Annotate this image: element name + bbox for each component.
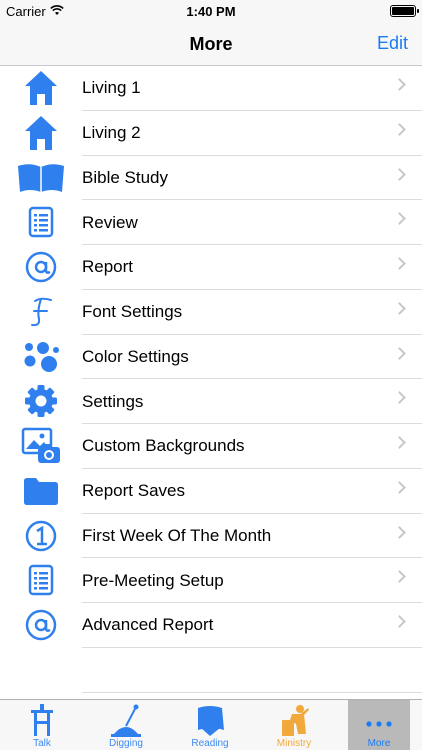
chevron-right-icon <box>393 257 406 270</box>
chevron-right-icon <box>393 480 406 494</box>
menu-item-pre-meeting-setup[interactable]: Pre-Meeting Setup <box>0 558 422 603</box>
more-menu-list: Living 1 Living 2 Bible Study Review Rep… <box>0 66 422 648</box>
tab-label: Digging <box>109 738 143 749</box>
open-book-icon <box>16 158 66 198</box>
folder-icon <box>16 471 66 511</box>
photo-camera-icon <box>16 426 66 466</box>
menu-item-label: Pre-Meeting Setup <box>82 570 224 590</box>
script-f-icon <box>16 292 66 332</box>
status-time: 1:40 PM <box>186 4 236 19</box>
menu-item-living-1[interactable]: Living 1 <box>0 66 422 111</box>
chevron-right-icon <box>393 570 406 584</box>
list-document-icon <box>16 202 66 242</box>
tab-digging[interactable]: Digging <box>84 700 168 750</box>
chevron-right-icon <box>393 212 406 226</box>
menu-item-label: First Week Of The Month <box>82 525 272 545</box>
tab-bar: Talk Digging Reading Ministry More <box>0 699 422 750</box>
menu-item-settings[interactable]: Settings <box>0 379 422 424</box>
menu-item-label: Living 2 <box>82 123 141 143</box>
tab-label: More <box>367 738 391 749</box>
navigation-bar: More Edit <box>0 22 422 66</box>
chevron-right-icon <box>393 436 406 449</box>
battery-icon <box>390 5 419 17</box>
podium-icon <box>29 704 55 741</box>
menu-item-label: Living 1 <box>82 78 141 98</box>
bubbles-icon <box>16 337 66 377</box>
menu-item-custom-backgrounds[interactable]: Custom Backgrounds <box>0 424 422 469</box>
menu-item-color-settings[interactable]: Color Settings <box>0 335 422 380</box>
menu-item-label: Report Saves <box>82 481 185 501</box>
battery-level <box>392 7 414 15</box>
menu-item-label: Color Settings <box>82 346 189 366</box>
menu-item-bible-study[interactable]: Bible Study <box>0 156 422 201</box>
edit-button[interactable]: Edit <box>377 33 408 54</box>
tab-more[interactable]: More <box>348 700 410 750</box>
chevron-right-icon <box>393 391 406 405</box>
tab-reading[interactable]: Reading <box>168 700 252 750</box>
chevron-right-icon <box>393 525 406 539</box>
tab-label: Ministry <box>276 738 312 749</box>
chevron-right-icon <box>393 78 406 91</box>
chevron-right-icon <box>393 301 406 315</box>
list-document-icon <box>16 560 66 600</box>
house-icon <box>16 113 66 153</box>
tab-label: Talk <box>33 738 51 749</box>
menu-item-label: Review <box>82 212 138 232</box>
tab-ministry[interactable]: Ministry <box>252 700 336 750</box>
menu-item-review[interactable]: Review <box>0 200 422 245</box>
menu-item-first-week-of-the-month[interactable]: First Week Of The Month <box>0 514 422 559</box>
chevron-right-icon <box>393 167 406 181</box>
menu-item-font-settings[interactable]: Font Settings <box>0 290 422 335</box>
at-sign-icon <box>16 605 66 645</box>
menu-item-living-2[interactable]: Living 2 <box>0 111 422 156</box>
tab-label: Reading <box>191 738 229 749</box>
menu-item-advanced-report[interactable]: Advanced Report <box>0 603 422 648</box>
chevron-right-icon <box>393 346 406 360</box>
menu-item-label: Report <box>82 257 134 277</box>
at-sign-icon <box>16 247 66 287</box>
more-dots-icon <box>366 714 392 732</box>
house-icon <box>16 68 66 108</box>
circled-one-icon <box>16 516 66 556</box>
menu-item-label: Advanced Report <box>82 615 214 635</box>
menu-item-label: Font Settings <box>82 302 183 322</box>
list-bottom-separator <box>82 692 422 693</box>
gear-icon <box>16 381 66 421</box>
menu-item-label: Custom Backgrounds <box>82 436 245 456</box>
menu-item-label: Settings <box>82 391 144 411</box>
menu-item-label: Bible Study <box>82 167 168 187</box>
menu-item-report[interactable]: Report <box>0 245 422 290</box>
chevron-right-icon <box>393 122 406 136</box>
status-bar: Carrier 1:40 PM <box>0 0 422 22</box>
tab-talk[interactable]: Talk <box>0 700 84 750</box>
chevron-right-icon <box>393 615 406 628</box>
menu-item-report-saves[interactable]: Report Saves <box>0 469 422 514</box>
page-title: More <box>189 34 233 54</box>
